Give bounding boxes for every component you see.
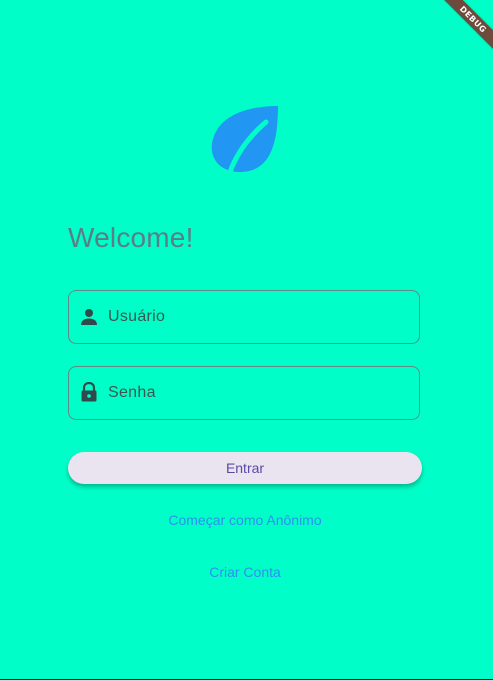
leaf-icon (210, 104, 280, 175)
welcome-title: Welcome! (68, 222, 194, 253)
lock-icon (80, 381, 98, 402)
person-icon (80, 308, 98, 326)
login-screen: DEBUG Welcome! Entrar Começar como Anôni (0, 0, 493, 679)
create-account-button[interactable]: Criar Conta (68, 560, 422, 584)
debug-label: DEBUG (440, 0, 493, 53)
password-field[interactable] (68, 366, 420, 420)
enter-button[interactable]: Entrar (68, 452, 422, 484)
username-field[interactable] (68, 290, 420, 344)
debug-banner: DEBUG (433, 0, 493, 60)
anonymous-start-button[interactable]: Começar como Anônimo (68, 508, 422, 532)
password-input[interactable] (108, 367, 408, 419)
username-input[interactable] (108, 291, 408, 343)
